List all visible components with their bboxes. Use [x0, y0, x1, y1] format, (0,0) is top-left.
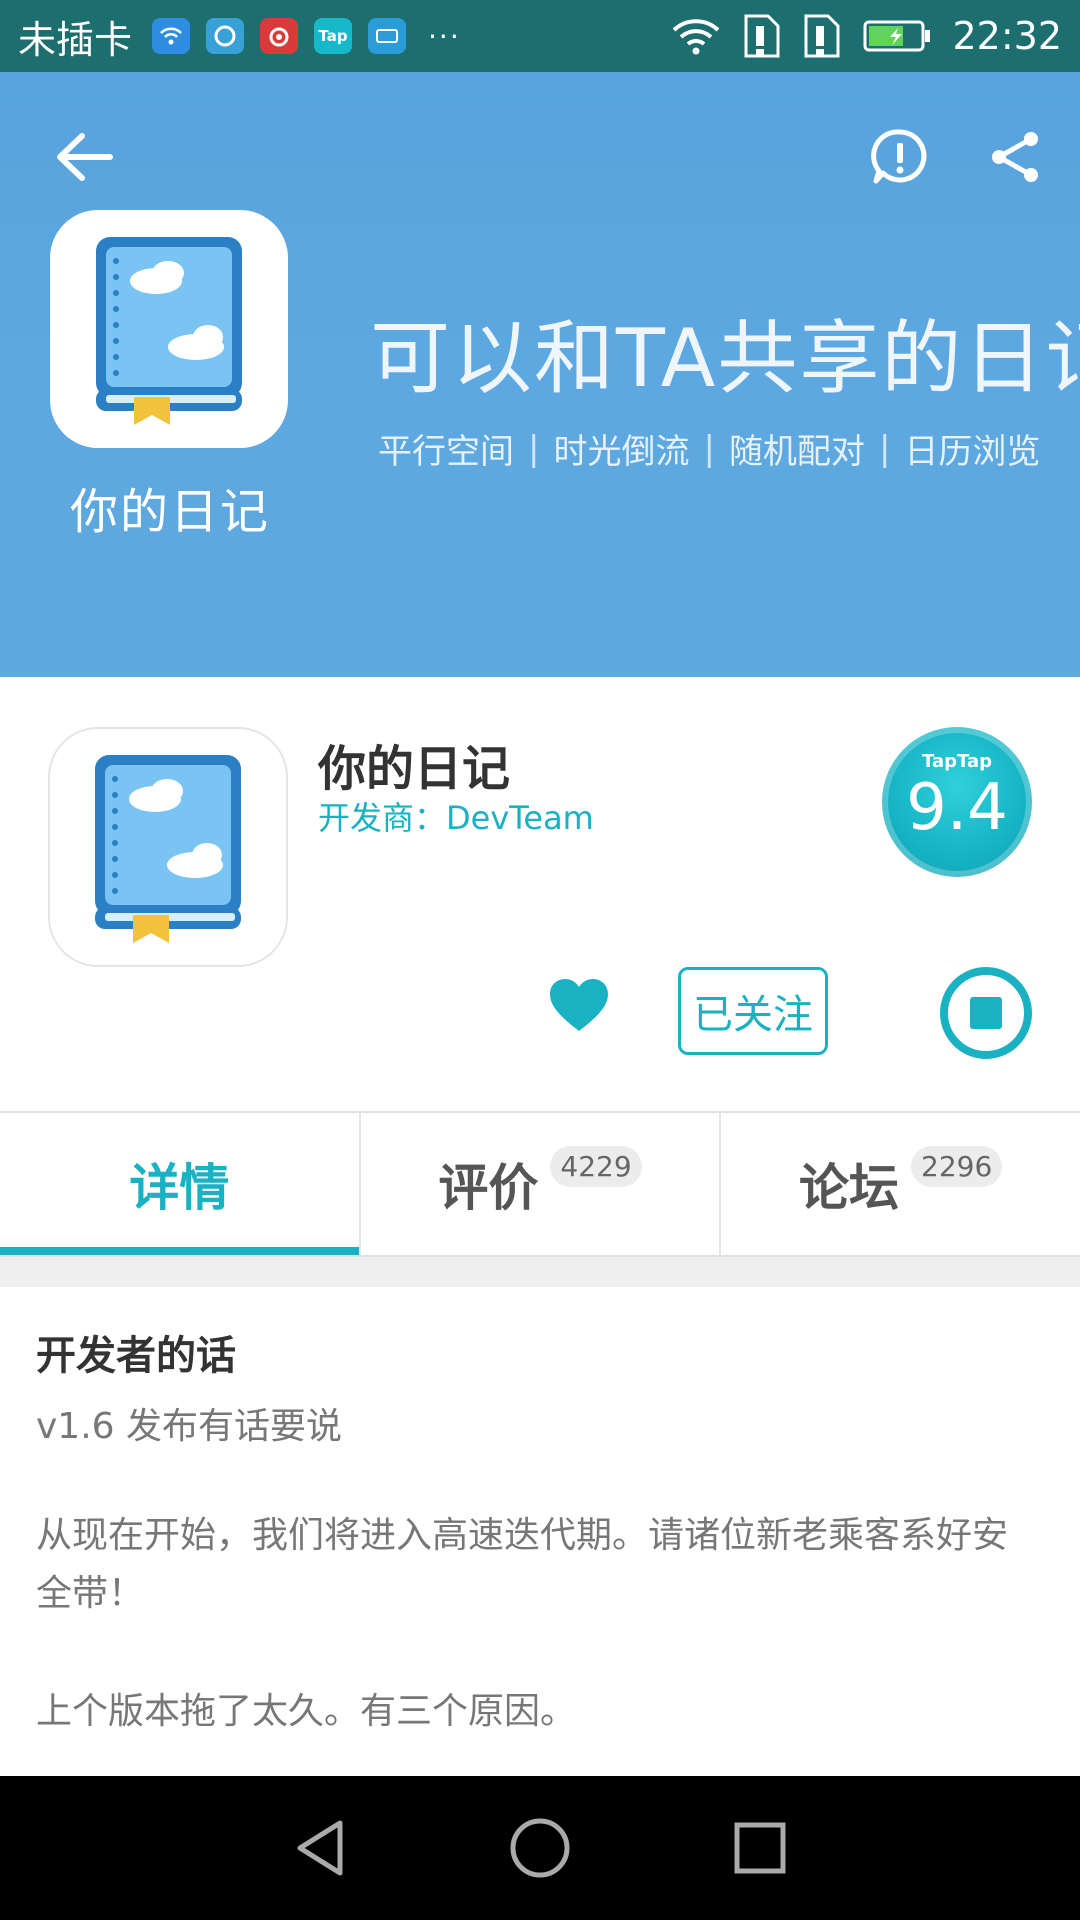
tab-label: 评价 — [438, 1159, 539, 1217]
status-left: 未插卡 Tap ··· — [18, 9, 461, 64]
wifi-signal-icon — [673, 19, 720, 55]
status-bar: 未插卡 Tap ··· 22:32 — [0, 0, 1080, 72]
feature-divider: | — [878, 428, 891, 469]
clock: 22:32 — [952, 14, 1062, 58]
hero-features: 平行空间 | 时光倒流 | 随机配对 | 日历浏览 — [378, 424, 1080, 473]
carrier-label: 未插卡 — [18, 17, 133, 62]
back-button[interactable] — [44, 117, 124, 197]
version-note: v1.6 发布有话要说 — [36, 1406, 343, 1447]
sim2-no-service-icon — [804, 14, 840, 58]
app-icon — [48, 727, 288, 967]
more-notifications: ··· — [428, 19, 461, 53]
note-paragraph: 从现在开始，我们将进入高速迭代期。请诸位新老乘客系好安全带！ — [36, 1515, 1009, 1614]
feature-divider: | — [528, 428, 540, 469]
developer-link[interactable]: 开发商：DevTeam — [318, 793, 594, 839]
tab-reviews[interactable]: 评价 4229 — [358, 1113, 720, 1255]
rating-brand: TapTap — [922, 751, 992, 772]
hero-app-name: 你的日记 — [69, 484, 270, 540]
favorite-button[interactable] — [548, 977, 610, 1033]
forum-count-badge: 2296 — [911, 1145, 1003, 1187]
triangle-back-icon — [297, 1820, 343, 1876]
system-nav-bar — [0, 1776, 1080, 1920]
hero-app-icon — [50, 210, 288, 448]
note-paragraph: 上个版本拖了太久。有三个原因。 — [36, 1691, 577, 1732]
heart-icon — [550, 979, 608, 1031]
follow-button[interactable]: 已关注 — [678, 967, 828, 1055]
share-icon — [992, 132, 1038, 182]
feature-item: 随机配对 — [728, 432, 865, 472]
section-divider — [0, 1257, 1080, 1287]
taptap-icon: Tap — [314, 18, 353, 54]
tab-label: 详情 — [129, 1159, 230, 1217]
square-recents-icon — [734, 1822, 786, 1874]
hero-slogan: 可以和TA共享的日记 — [370, 312, 1080, 405]
feature-item: 时光倒流 — [553, 432, 690, 472]
sim1-no-service-icon — [744, 14, 780, 58]
circle-home-icon — [510, 1818, 570, 1878]
qq-browser-icon — [206, 18, 245, 54]
miui-icon — [368, 18, 407, 54]
report-icon — [871, 129, 927, 184]
wifi-hotspot-icon — [152, 18, 191, 54]
share-button[interactable] — [975, 117, 1055, 197]
stop-icon — [970, 997, 1002, 1029]
tab-details[interactable]: 详情 — [0, 1113, 359, 1255]
app-title: 你的日记 — [318, 741, 511, 797]
report-button[interactable] — [860, 117, 940, 197]
review-count-badge: 4229 — [550, 1145, 642, 1187]
feature-divider: | — [703, 428, 715, 469]
netease-music-icon — [260, 18, 299, 54]
app-info-section: 你的日记 开发商：DevTeam TapTap 9.4 已关注 — [0, 677, 1080, 1111]
battery-charging-icon — [863, 20, 931, 52]
feature-item: 平行空间 — [378, 432, 514, 472]
tab-label: 论坛 — [799, 1159, 900, 1217]
nav-recents-button[interactable] — [715, 1803, 805, 1893]
tab-bar: 详情 评价 4229 论坛 2296 — [0, 1111, 1080, 1257]
nav-home-button[interactable] — [495, 1803, 585, 1893]
rating-badge: TapTap 9.4 — [882, 727, 1032, 877]
section-title: 开发者的话 — [36, 1333, 236, 1379]
developer-notes: 开发者的话 v1.6 发布有话要说 从现在开始，我们将进入高速迭代期。请诸位新老… — [0, 1287, 1080, 1776]
diary-book-icon — [95, 755, 241, 943]
feature-item: 日历浏览 — [904, 432, 1041, 472]
back-arrow-icon — [57, 133, 113, 181]
tab-forum[interactable]: 论坛 2296 — [719, 1113, 1080, 1255]
download-pause-button[interactable] — [940, 967, 1032, 1059]
diary-book-icon — [96, 237, 242, 425]
rating-score: 9.4 — [906, 771, 1008, 845]
nav-back-button[interactable] — [275, 1803, 365, 1893]
hero-banner: 你的日记 可以和TA共享的日记 平行空间 | 时光倒流 | 随机配对 | 日历浏… — [0, 72, 1080, 677]
status-right: 22:32 — [670, 12, 1062, 60]
